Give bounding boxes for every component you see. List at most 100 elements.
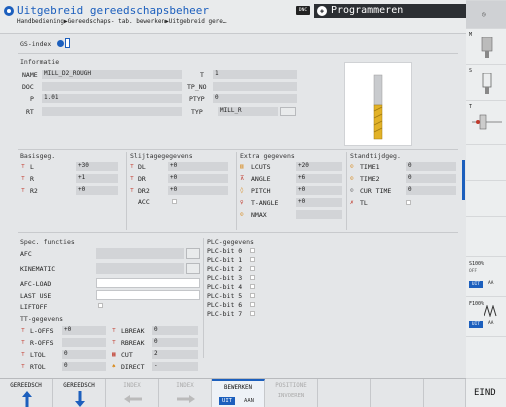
tl-checkbox[interactable] <box>406 200 411 205</box>
softkey-empty-8[interactable] <box>371 379 424 407</box>
p-field[interactable]: 1.01 <box>42 94 182 103</box>
right-key-empty-2[interactable] <box>466 180 506 216</box>
arrow-right-icon <box>177 395 195 403</box>
time2-field[interactable]: 0 <box>406 174 456 183</box>
delta-radius2-icon: ⊤ <box>130 187 134 194</box>
nmax-label: NMAX <box>251 211 267 219</box>
softkey-positione[interactable]: POSITIONE INVOEREN <box>265 379 318 407</box>
tpno-label: TP_NO <box>187 83 207 91</box>
delta-length-icon: ⊤ <box>130 163 134 170</box>
right-key-m[interactable]: M <box>466 28 506 64</box>
doc-label: DOC <box>22 83 34 91</box>
plc-bit-5-checkbox[interactable] <box>250 293 255 298</box>
softkey-bewerken[interactable]: BEWERKEN UIT AAN <box>212 379 265 407</box>
rt-label: RT <box>26 108 34 116</box>
typ-select-button[interactable] <box>280 107 296 116</box>
right-key-s-override[interactable]: S100% OFF UIT AA <box>466 256 506 296</box>
lcuts-field[interactable]: +20 <box>296 162 342 171</box>
name-field[interactable]: MILL_D2_ROUGH <box>42 70 182 79</box>
t-field[interactable]: 1 <box>213 70 297 79</box>
acc-label: ACC <box>138 198 150 206</box>
softkey-empty-7[interactable] <box>318 379 371 407</box>
softkey-index-right[interactable]: INDEX <box>159 379 212 407</box>
extra-title: Extra gegevens <box>240 152 295 160</box>
angle-field[interactable]: +6 <box>296 174 342 183</box>
plc-bit-0-checkbox[interactable] <box>250 248 255 253</box>
tl-label: TL <box>360 199 368 207</box>
r2-label: R2 <box>30 187 38 195</box>
ptyp-field[interactable]: 0 <box>213 94 297 103</box>
p-label: P <box>30 95 34 103</box>
heidenhain-logo-icon <box>4 6 14 16</box>
time1-field[interactable]: 0 <box>406 162 456 171</box>
kinematic-field[interactable] <box>96 263 184 274</box>
kinematic-select-button[interactable] <box>186 263 200 274</box>
plc-bit-4-checkbox[interactable] <box>250 284 255 289</box>
gs-index-field[interactable] <box>65 38 70 48</box>
liftoff-checkbox[interactable] <box>98 303 103 308</box>
nmax-field[interactable] <box>296 210 342 219</box>
right-key-empty-3[interactable] <box>466 216 506 256</box>
cut-field[interactable]: 2 <box>152 350 198 359</box>
direct-field[interactable]: - <box>152 362 198 371</box>
l-offs-icon: ⊤ <box>21 327 25 334</box>
rbreak-label: RBREAK <box>121 339 145 347</box>
afc-field[interactable] <box>96 248 184 259</box>
gs-index-radio[interactable] <box>57 40 64 47</box>
afc-select-button[interactable] <box>186 248 200 259</box>
bewerken-aan-option[interactable]: AAN <box>240 397 258 405</box>
rtol-field[interactable]: 0 <box>62 362 106 371</box>
right-key-empty-1[interactable] <box>466 144 506 180</box>
lbreak-field[interactable]: 0 <box>152 326 198 335</box>
plc-bit-6: PLC-bit 6 <box>207 301 243 309</box>
end-button[interactable]: EIND <box>466 378 506 407</box>
right-key-f-override[interactable]: F100% UIT AA <box>466 296 506 336</box>
cur-time-field[interactable]: 0 <box>406 186 456 195</box>
acc-checkbox[interactable] <box>172 199 177 204</box>
dr-field[interactable]: +0 <box>168 174 228 183</box>
right-key-t[interactable]: T <box>466 100 506 144</box>
softkey-gereedsch-up[interactable]: GEREEDSCH <box>0 379 53 407</box>
last-use-field[interactable] <box>96 290 200 300</box>
afc-load-label: AFC-LOAD <box>20 280 52 288</box>
r-offs-field[interactable] <box>62 338 106 347</box>
lbreak-label: LBREAK <box>121 327 145 335</box>
pitch-field[interactable]: +0 <box>296 186 342 195</box>
softkey-empty-9[interactable] <box>424 379 466 407</box>
right-key-empty-4[interactable] <box>466 336 506 378</box>
tpno-field[interactable] <box>213 82 297 91</box>
plc-bit-2-checkbox[interactable] <box>250 266 255 271</box>
ltol-icon: ⊤ <box>21 351 25 358</box>
plc-bit-6-checkbox[interactable] <box>250 302 255 307</box>
right-key-s[interactable]: S <box>466 64 506 100</box>
dl-label: DL <box>138 163 146 171</box>
l-field[interactable]: +30 <box>76 162 118 171</box>
afc-load-field[interactable] <box>96 278 200 288</box>
softkey-index-left[interactable]: INDEX <box>106 379 159 407</box>
ltol-field[interactable]: 0 <box>62 350 106 359</box>
time1-label: TIME1 <box>360 163 380 171</box>
rt-field[interactable] <box>42 107 182 116</box>
plc-bit-1-checkbox[interactable] <box>250 257 255 262</box>
rbreak-field[interactable]: 0 <box>152 338 198 347</box>
plc-bit-7-checkbox[interactable] <box>250 311 255 316</box>
typ-field[interactable]: MILL_R <box>218 107 278 116</box>
softkey-gereedsch-down[interactable]: GEREEDSCH <box>53 379 106 407</box>
r-field[interactable]: +1 <box>76 174 118 183</box>
r2-field[interactable]: +0 <box>76 186 118 195</box>
afc-label: AFC <box>20 250 32 258</box>
plc-bit-4: PLC-bit 4 <box>207 283 243 291</box>
t-angle-icon: ♀ <box>240 199 244 206</box>
bewerken-uit-option[interactable]: UIT <box>219 397 235 405</box>
t-label: T <box>200 71 204 79</box>
dr2-field[interactable]: +0 <box>168 186 228 195</box>
plc-bit-3-checkbox[interactable] <box>250 275 255 280</box>
dl-field[interactable]: +0 <box>168 162 228 171</box>
right-key-clock[interactable]: ◷ <box>466 0 506 28</box>
tt-title: TT-gegevens <box>20 315 64 323</box>
doc-field[interactable] <box>42 82 182 91</box>
arrow-left-icon <box>124 395 142 403</box>
l-offs-field[interactable]: +0 <box>62 326 106 335</box>
t-angle-field[interactable]: +0 <box>296 198 342 207</box>
typ-label: TYP <box>191 108 203 116</box>
